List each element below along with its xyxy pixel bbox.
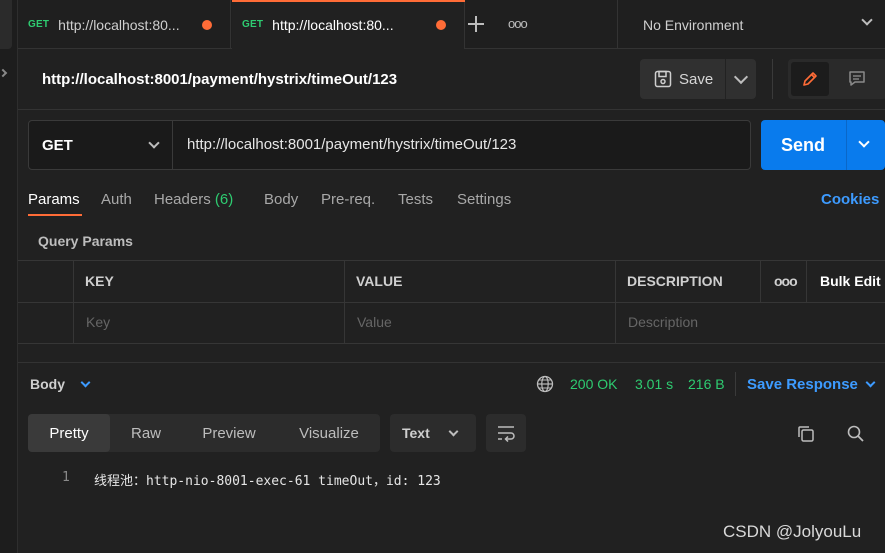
active-tab-indicator (232, 0, 465, 2)
query-params-title: Query Params (38, 233, 133, 249)
url-input[interactable]: http://localhost:8001/payment/hystrix/ti… (187, 136, 516, 153)
divider (344, 260, 345, 344)
send-button[interactable]: Send (761, 120, 885, 170)
page-title[interactable]: http://localhost:8001/payment/hystrix/ti… (42, 71, 397, 88)
status-code[interactable]: 200 OK (570, 376, 617, 392)
response-view-tabs: Pretty Raw Preview Visualize (28, 414, 380, 452)
view-tab-raw[interactable]: Raw (114, 414, 178, 452)
query-params-table: KEY VALUE DESCRIPTION ooo Bulk Edit Key … (18, 260, 885, 344)
environment-selector[interactable]: No Environment (617, 0, 885, 49)
divider (73, 260, 74, 344)
format-value: Text (402, 425, 430, 441)
divider (615, 260, 616, 344)
divider (846, 120, 847, 170)
watermark: CSDN @JolyouLu (723, 522, 862, 541)
response-size[interactable]: 216 B (688, 376, 725, 392)
wrap-lines-icon (498, 426, 515, 442)
save-response-button[interactable]: Save Response (747, 376, 858, 393)
tab-body[interactable]: Body (264, 191, 298, 208)
headers-count-badge: (6) (214, 191, 234, 208)
response-body-label[interactable]: Body (30, 376, 65, 392)
view-tab-visualize[interactable]: Visualize (284, 414, 374, 452)
tab-tests[interactable]: Tests (398, 191, 433, 208)
column-options-more-icon[interactable]: ooo (774, 273, 798, 289)
comments-button[interactable] (838, 62, 876, 96)
tab-method: GET (28, 19, 50, 30)
left-sidebar-strip (0, 0, 18, 553)
view-tab-preview[interactable]: Preview (186, 414, 272, 452)
send-dropdown-chevron-icon[interactable] (858, 136, 870, 148)
request-bar: GET http://localhost:8001/payment/hystri… (28, 120, 751, 170)
active-tab-underline (28, 214, 82, 216)
pencil-icon (803, 72, 817, 86)
more-tabs-icon[interactable]: ooo (508, 16, 528, 31)
tab-url: http://localhost:80... (272, 16, 394, 33)
send-label: Send (781, 135, 826, 155)
divider (806, 260, 807, 302)
divider (18, 302, 885, 303)
divider (18, 260, 885, 261)
divider (735, 372, 736, 396)
edit-pencil-button[interactable] (791, 62, 829, 96)
cookies-link[interactable]: Cookies (821, 191, 879, 208)
save-button-group: Save (640, 59, 756, 99)
unsaved-dot-icon (436, 20, 446, 30)
method-value: GET (42, 136, 73, 154)
tab-auth[interactable]: Auth (101, 191, 132, 208)
request-tab-2-active[interactable]: GET http://localhost:80... (232, 0, 465, 49)
save-dropdown-chevron-icon[interactable] (726, 59, 756, 99)
chevron-down-icon (448, 426, 459, 437)
tab-params[interactable]: Params (28, 191, 80, 208)
mode-toggle-group (788, 59, 885, 99)
search-icon[interactable] (846, 424, 866, 444)
response-divider (18, 362, 885, 363)
comment-icon (849, 71, 865, 86)
line-number: 1 (62, 470, 70, 485)
save-button[interactable]: Save (640, 59, 726, 99)
method-select[interactable]: GET (29, 121, 173, 169)
tab-prereq[interactable]: Pre-req. (321, 191, 375, 208)
response-body-line[interactable]: 线程池：http-nio-8001-exec-61 timeOut，id: 12… (94, 470, 441, 489)
column-header-value: VALUE (356, 273, 403, 289)
column-header-key: KEY (85, 273, 114, 289)
new-tab-plus-icon[interactable] (465, 13, 487, 35)
response-time[interactable]: 3.01 s (635, 376, 673, 392)
tab-headers[interactable]: Headers (6) (154, 191, 233, 208)
column-header-description: DESCRIPTION (627, 273, 723, 289)
view-tab-pretty[interactable]: Pretty (28, 414, 110, 452)
description-input[interactable]: Description (628, 314, 698, 330)
key-input[interactable]: Key (86, 314, 110, 330)
chevron-right-icon[interactable] (0, 68, 8, 78)
collapsed-tab-stub[interactable] (0, 0, 12, 49)
save-label: Save (679, 70, 714, 88)
value-input[interactable]: Value (357, 314, 392, 330)
environment-label: No Environment (643, 16, 744, 33)
tab-bar: GET http://localhost:80... GET http://lo… (18, 0, 885, 49)
wrap-lines-button[interactable] (486, 414, 526, 452)
divider (760, 260, 761, 302)
chevron-down-icon[interactable] (865, 377, 876, 388)
bulk-edit-button[interactable]: Bulk Edit (820, 273, 881, 289)
tab-headers-label: Headers (154, 191, 211, 208)
tab-settings[interactable]: Settings (457, 191, 511, 208)
request-title-bar: http://localhost:8001/payment/hystrix/ti… (18, 50, 885, 110)
format-select[interactable]: Text (390, 414, 476, 452)
chevron-down-icon (148, 137, 160, 149)
tab-method: GET (242, 19, 264, 30)
save-disk-icon (654, 70, 672, 88)
tab-url: http://localhost:80... (58, 16, 180, 33)
unsaved-dot-icon (202, 20, 212, 30)
chevron-down-icon[interactable] (80, 377, 91, 388)
chevron-down-icon (861, 14, 873, 26)
divider (18, 343, 885, 344)
divider (772, 59, 773, 99)
globe-icon[interactable] (536, 375, 554, 393)
request-tab-1[interactable]: GET http://localhost:80... (18, 0, 231, 49)
copy-icon[interactable] (796, 424, 816, 444)
